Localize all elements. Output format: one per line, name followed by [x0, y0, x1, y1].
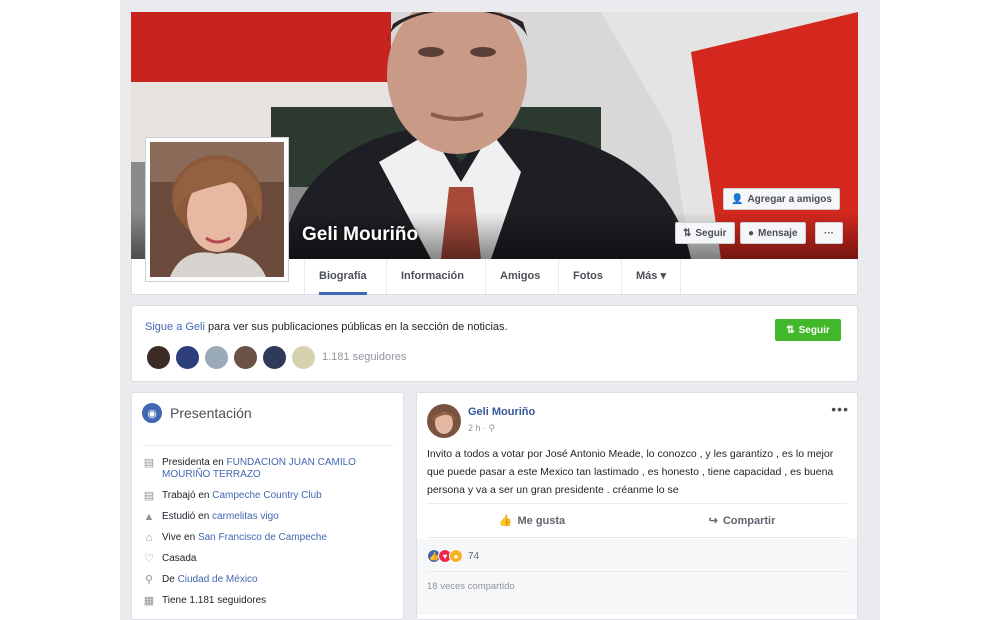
avatar[interactable] — [203, 344, 230, 371]
share-icon: ↪ — [708, 515, 718, 527]
like-label: Me gusta — [517, 514, 566, 527]
followers-icon: ▦ — [143, 595, 155, 607]
heart-icon: ♡ — [144, 553, 154, 565]
intro-label: Trabajó en — [162, 490, 213, 501]
intro-row-work: ▤ Presidenta en FUNDACION JUAN CAMILO MO… — [142, 457, 394, 481]
reactions-summary[interactable]: 👍 ♥ ● 74 — [427, 549, 479, 563]
post-card: Geli Mouriño 2 h · ⚲ ••• Invito a todos … — [416, 392, 858, 620]
briefcase-icon: ▤ — [143, 490, 155, 502]
intro-row-past-work: ▤ Trabajó en Campeche Country Club — [142, 490, 394, 502]
share-label: Compartir — [722, 514, 776, 527]
intro-row-followers: ▦ Tiene 1.181 seguidores — [142, 595, 394, 607]
home-icon: ⌂ — [145, 532, 153, 544]
post-text: Invito a todos a votar por José Antonio … — [427, 448, 834, 496]
intro-label[interactable]: Tiene 1.181 seguidores — [162, 595, 266, 607]
more-options-button[interactable]: ··· — [815, 222, 843, 244]
share-button[interactable]: ↪ Compartir — [637, 504, 847, 537]
follow-prompt-link[interactable]: Sigue a Geli — [145, 321, 205, 333]
message-button[interactable]: ● Mensaje — [740, 222, 806, 244]
tab-fotos[interactable]: Fotos — [558, 259, 617, 294]
avatar[interactable] — [174, 344, 201, 371]
post-avatar[interactable] — [427, 404, 461, 438]
followers-count[interactable]: 1.181 seguidores — [322, 351, 406, 363]
follow-icon: ⇅ — [786, 324, 795, 336]
avatar[interactable] — [232, 344, 259, 371]
post-author[interactable]: Geli Mouriño — [468, 406, 535, 418]
intro-header: ◉ Presentación — [142, 403, 252, 423]
reactions-section: 👍 ♥ ● 74 18 veces compartido — [417, 539, 857, 615]
reactions-count: 74 — [468, 550, 480, 562]
post-menu-icon[interactable]: ••• — [831, 401, 849, 417]
intro-label: Presidenta en — [162, 457, 227, 468]
intro-link[interactable]: carmelitas vigo — [212, 511, 279, 522]
avatar[interactable] — [290, 344, 317, 371]
intro-label: Casada — [162, 553, 197, 564]
divider — [427, 571, 847, 572]
profile-picture[interactable] — [145, 137, 289, 282]
cover-follow-button[interactable]: ⇅ Seguir — [675, 222, 735, 244]
follow-prompt-text: para ver sus publicaciones públicas en l… — [204, 321, 508, 333]
post-timestamp[interactable]: 2 h · ⚲ — [468, 423, 495, 434]
follow-box: Sigue a Geli para ver sus publicaciones … — [131, 305, 858, 382]
follow-prompt: Sigue a Geli para ver sus publicaciones … — [145, 321, 508, 333]
messenger-icon: ● — [748, 227, 755, 239]
tab-amigos[interactable]: Amigos — [485, 259, 554, 294]
intro-link[interactable]: San Francisco de Campeche — [198, 532, 327, 543]
intro-label: Estudió en — [162, 511, 213, 522]
tab-informacion[interactable]: Información — [386, 259, 478, 294]
intro-row-from: ⚲ De Ciudad de México — [142, 574, 394, 586]
follow-button[interactable]: ⇅ Seguir — [775, 319, 841, 341]
intro-label: Vive en — [162, 532, 198, 543]
profile-name[interactable]: Geli Mouriño — [302, 224, 418, 246]
more-label: ··· — [824, 227, 834, 239]
location-icon: ⚲ — [144, 574, 154, 586]
intro-link[interactable]: Campeche Country Club — [212, 490, 322, 501]
cover-follow-label: Seguir — [695, 227, 727, 239]
intro-label: De — [162, 574, 178, 585]
intro-list: ▤ Presidenta en FUNDACION JUAN CAMILO MO… — [142, 457, 394, 616]
intro-row-education: ▲ Estudió en carmelitas vigo — [142, 511, 394, 523]
intro-link[interactable]: Ciudad de México — [178, 574, 258, 585]
globe-icon: ◉ — [142, 403, 162, 423]
divider — [142, 445, 393, 446]
briefcase-icon: ▤ — [143, 457, 155, 469]
add-friend-icon: 👤 — [731, 193, 744, 205]
intro-row-relationship: ♡ Casada — [142, 553, 394, 565]
graduation-icon: ▲ — [143, 511, 155, 523]
avatar[interactable] — [145, 344, 172, 371]
tab-mas[interactable]: Más ▾ — [621, 259, 681, 294]
follow-icon: ⇅ — [683, 227, 692, 239]
add-friend-label: Agregar a amigos — [747, 193, 832, 205]
follower-avatars — [145, 344, 317, 371]
shares-count[interactable]: 18 veces compartido — [427, 581, 515, 592]
follow-button-label: Seguir — [798, 324, 830, 336]
message-label: Mensaje — [758, 227, 798, 239]
intro-title: Presentación — [170, 405, 252, 421]
intro-card: ◉ Presentación ▤ Presidenta en FUNDACION… — [131, 392, 404, 620]
intro-row-lives: ⌂ Vive en San Francisco de Campeche — [142, 532, 394, 544]
add-friend-button[interactable]: 👤 Agregar a amigos — [723, 188, 840, 210]
avatar[interactable] — [261, 344, 288, 371]
wow-reaction-icon: ● — [449, 549, 463, 563]
post-actions: 👍 Me gusta ↪ Compartir — [427, 503, 847, 538]
like-button[interactable]: 👍 Me gusta — [427, 504, 637, 537]
tab-biografia[interactable]: Biografía — [304, 259, 381, 295]
thumbs-up-icon: 👍 — [498, 515, 513, 527]
